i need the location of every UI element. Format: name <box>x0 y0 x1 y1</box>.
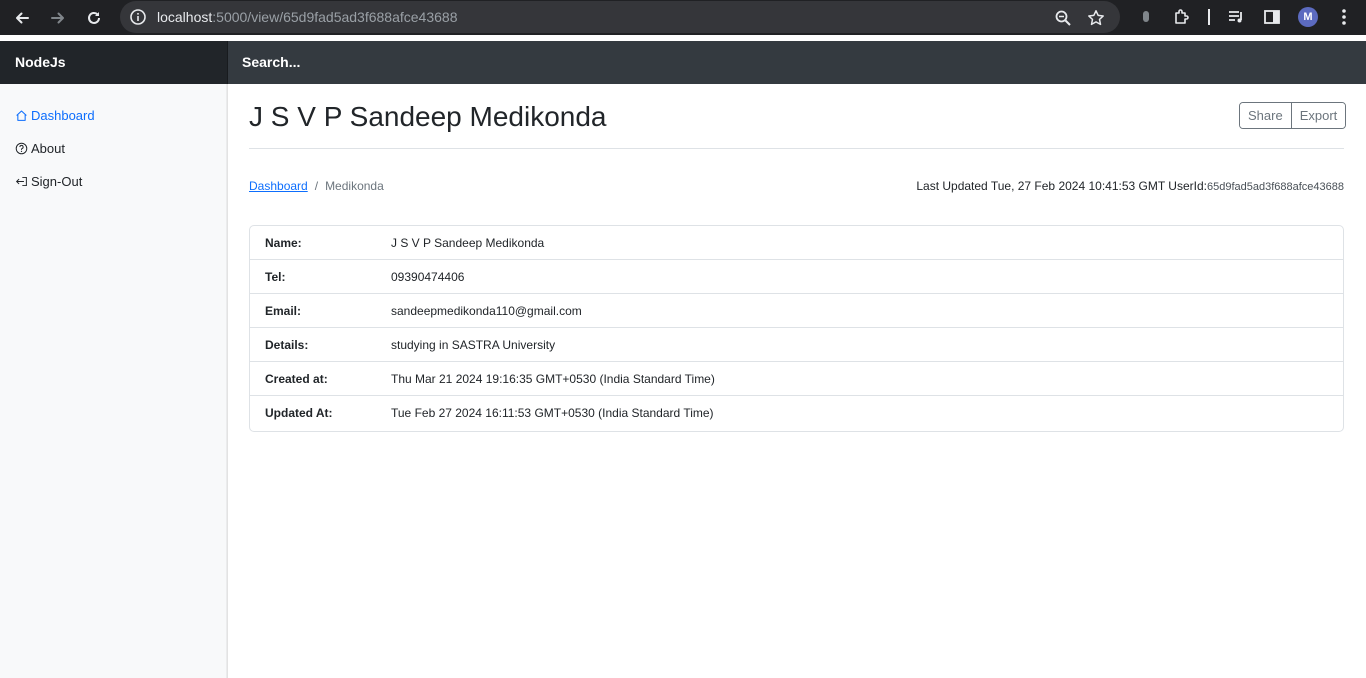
arrow-right-icon <box>51 12 64 23</box>
kebab-menu-icon[interactable] <box>1333 6 1355 28</box>
extensions-puzzle-icon[interactable] <box>1171 6 1193 28</box>
sidebar: Dashboard About Sign-Out <box>0 84 228 678</box>
row-label: Email: <box>265 304 302 318</box>
table-row-updated-at: Updated At: Tue Feb 27 2024 16:11:53 GMT… <box>250 396 1343 430</box>
page-title: J S V P Sandeep Medikonda <box>249 101 607 132</box>
row-value: studying in SASTRA University <box>391 338 556 352</box>
row-label: Name: <box>265 236 302 250</box>
search-input[interactable]: Search... <box>242 41 300 84</box>
site-info-icon[interactable] <box>128 7 148 27</box>
house-icon <box>16 110 27 121</box>
question-circle-icon <box>15 142 28 154</box>
details-table: Name: J S V P Sandeep Medikonda Tel: 093… <box>249 225 1344 432</box>
sidebar-item-dashboard[interactable]: Dashboard <box>15 105 95 125</box>
breadcrumb-separator: / <box>314 179 319 193</box>
table-row-email: Email: sandeepmedikonda110@gmail.com <box>250 294 1343 328</box>
zoom-icon[interactable] <box>1052 7 1074 29</box>
app-navbar: NodeJs Search... <box>0 41 1366 84</box>
url-text: localhost:5000/view/65d9fad5ad3f688afce4… <box>157 9 457 25</box>
action-button-group: Share Export <box>1239 102 1347 129</box>
reload-button[interactable] <box>79 0 109 35</box>
row-label: Updated At: <box>265 406 333 420</box>
row-value: J S V P Sandeep Medikonda <box>391 236 545 250</box>
sidebar-item-label: About <box>31 140 65 156</box>
table-row-name: Name: J S V P Sandeep Medikonda <box>250 226 1343 260</box>
url-path: :5000/view/65d9fad5ad3f688afce43688 <box>212 9 458 25</box>
row-label: Details: <box>265 338 309 352</box>
share-button[interactable]: Share <box>1240 103 1291 128</box>
row-label: Created at: <box>265 372 328 386</box>
sidebar-item-label: Sign-Out <box>31 173 83 189</box>
breadcrumb-dashboard-link[interactable]: Dashboard <box>249 179 308 193</box>
row-value: 09390474406 <box>391 270 465 284</box>
row-value: Thu Mar 21 2024 19:16:35 GMT+0530 (India… <box>391 372 715 386</box>
back-button[interactable] <box>7 0 37 35</box>
table-row-details: Details: studying in SASTRA University <box>250 328 1343 362</box>
profile-avatar[interactable]: M <box>1298 7 1318 27</box>
browser-toolbar: localhost:5000/view/65d9fad5ad3f688afce4… <box>0 0 1366 35</box>
user-id: 65d9fad5ad3f688afce43688 <box>1206 181 1344 193</box>
reload-icon <box>88 11 100 24</box>
extension-mic-icon[interactable] <box>1135 6 1157 28</box>
table-row-tel: Tel: 09390474406 <box>250 260 1343 294</box>
sidebar-item-about[interactable]: About <box>15 138 65 158</box>
export-button[interactable]: Export <box>1290 103 1346 128</box>
row-label: Tel: <box>265 270 286 284</box>
breadcrumb: Dashboard / Medikonda <box>249 178 384 194</box>
url-host: localhost <box>157 9 213 25</box>
title-divider <box>249 148 1344 149</box>
last-updated-info: Last Updated Tue, 27 Feb 2024 10:41:53 G… <box>916 178 1344 195</box>
bookmark-star-icon[interactable] <box>1085 7 1107 29</box>
address-bar[interactable]: localhost:5000/view/65d9fad5ad3f688afce4… <box>120 1 1120 33</box>
row-value: sandeepmedikonda110@gmail.com <box>391 304 582 318</box>
forward-button[interactable] <box>43 0 73 35</box>
media-queue-icon[interactable] <box>1225 6 1247 28</box>
toolbar-divider <box>1208 9 1210 25</box>
brand-logo[interactable]: NodeJs <box>0 41 228 84</box>
arrow-left-icon <box>16 12 29 23</box>
side-panel-icon[interactable] <box>1261 6 1283 28</box>
sign-out-icon <box>15 176 27 186</box>
table-row-created-at: Created at: Thu Mar 21 2024 19:16:35 GMT… <box>250 362 1343 396</box>
sidebar-item-sign-out[interactable]: Sign-Out <box>15 171 82 191</box>
sidebar-item-label: Dashboard <box>31 107 95 123</box>
breadcrumb-current: Medikonda <box>325 179 384 193</box>
last-updated-text: Last Updated Tue, 27 Feb 2024 10:41:53 G… <box>916 179 1207 193</box>
row-value: Tue Feb 27 2024 16:11:53 GMT+0530 (India… <box>391 406 714 420</box>
